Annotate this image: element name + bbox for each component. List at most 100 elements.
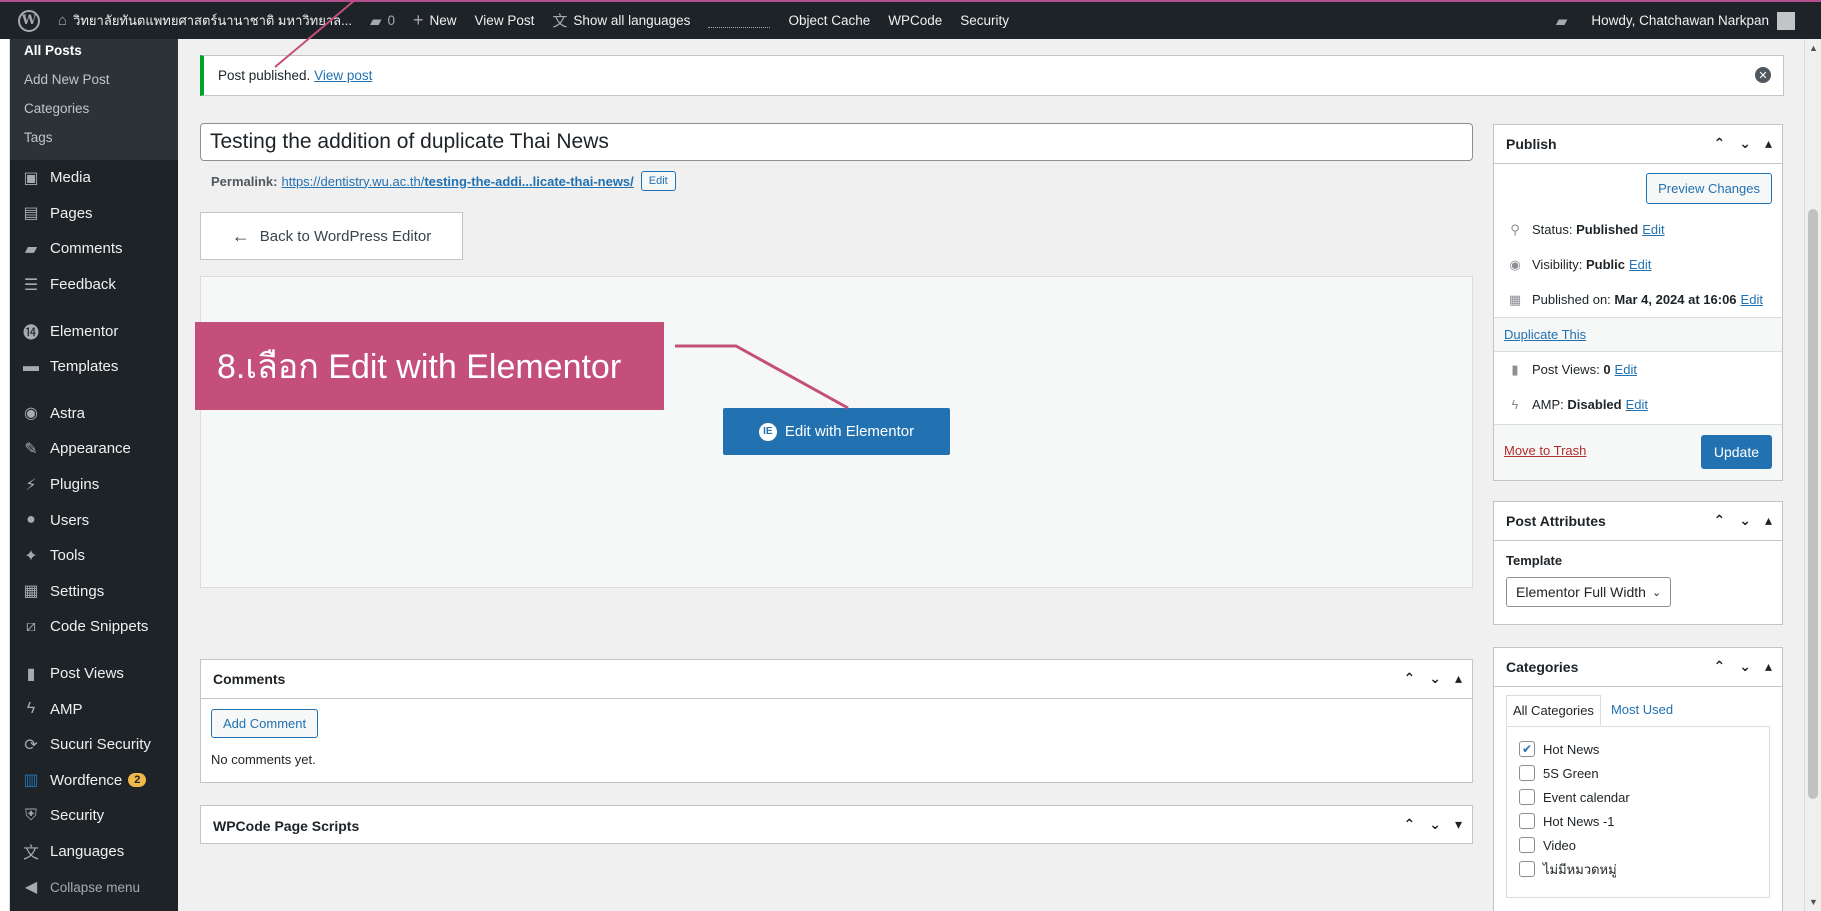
view-post-link[interactable]: View Post	[466, 2, 544, 39]
move-down-icon[interactable]: ⌄	[1739, 135, 1751, 152]
sidebar-item-feedback[interactable]: ☰ Feedback	[10, 267, 178, 303]
sidebar-item-settings[interactable]: ▦ Settings	[10, 574, 178, 610]
new-content-link[interactable]: + New	[404, 2, 466, 39]
sidebar-item-languages[interactable]: 文 Languages	[10, 834, 178, 870]
category-item[interactable]: ✔ Hot News	[1519, 737, 1757, 761]
category-item[interactable]: Event calendar	[1519, 785, 1757, 809]
sidebar-item-label: Code Snippets	[50, 618, 149, 636]
sidebar-item-templates[interactable]: ▬ Templates	[10, 349, 178, 385]
category-item[interactable]: ไม่มีหมวดหมู่	[1519, 857, 1757, 881]
collapse-icon: ◀	[24, 879, 38, 897]
site-name-link[interactable]: ⌂ วิทยาลัยทันตแพทยศาสตร์นานาชาติ มหาวิทยา…	[49, 2, 361, 39]
toggle-panel-icon[interactable]: ▴	[1765, 135, 1772, 152]
category-item[interactable]: Video	[1519, 833, 1757, 857]
wpcode-metabox-header[interactable]: WPCode Page Scripts ⌃ ⌄ ▾	[201, 806, 1472, 845]
move-up-icon[interactable]: ⌃	[1714, 512, 1726, 529]
sidebar-item-media[interactable]: ▣ Media	[10, 160, 178, 196]
edit-views-link[interactable]: Edit	[1615, 362, 1637, 377]
view-post-link[interactable]: View post	[314, 68, 372, 83]
post-title-input[interactable]: Testing the addition of duplicate Thai N…	[200, 123, 1473, 161]
edit-status-link[interactable]: Edit	[1642, 222, 1664, 237]
checkbox[interactable]	[1519, 813, 1535, 829]
add-comment-button[interactable]: Add Comment	[211, 709, 319, 738]
checkbox[interactable]	[1519, 789, 1535, 805]
sidebar-item-security[interactable]: ⛨ Security	[10, 798, 178, 834]
toggle-panel-icon[interactable]: ▴	[1765, 512, 1772, 529]
sidebar-item-amp[interactable]: ϟ AMP	[10, 691, 178, 727]
move-down-icon[interactable]: ⌄	[1739, 512, 1751, 529]
permalink-link[interactable]: https://dentistry.wu.ac.th/testing-the-a…	[281, 174, 633, 189]
edit-visibility-link[interactable]: Edit	[1629, 257, 1651, 272]
move-down-icon[interactable]: ⌄	[1429, 816, 1441, 833]
submenu-tags[interactable]: Tags	[10, 123, 178, 152]
submenu-add-new-post[interactable]: Add New Post	[10, 65, 178, 94]
tab-all-categories[interactable]: All Categories	[1506, 695, 1601, 726]
metabox-controls: ⌃ ⌄ ▴	[1714, 135, 1773, 152]
move-down-icon[interactable]: ⌄	[1739, 658, 1751, 675]
sidebar-item-tools[interactable]: ✦ Tools	[10, 538, 178, 574]
checkbox[interactable]	[1519, 861, 1535, 877]
wpcode-link[interactable]: WPCode	[879, 2, 951, 39]
sidebar-item-comments[interactable]: ▰ Comments	[10, 231, 178, 267]
sidebar-item-wordfence[interactable]: ▥ Wordfence 2	[10, 763, 178, 799]
account-menu[interactable]: Howdy, Chatchawan Narkpan	[1582, 2, 1821, 39]
sidebar-item-elementor[interactable]: ⓮ Elementor	[10, 313, 178, 349]
show-languages-link[interactable]: 文 Show all languages	[543, 2, 699, 39]
move-to-trash-link[interactable]: Move to Trash	[1504, 443, 1586, 458]
comments-icon: ▰	[24, 240, 38, 258]
media-icon: ▣	[23, 169, 39, 187]
move-up-icon[interactable]: ⌃	[1404, 816, 1416, 833]
move-up-icon[interactable]: ⌃	[1714, 658, 1726, 675]
edit-with-elementor-button[interactable]: IE Edit with Elementor	[723, 408, 950, 455]
back-to-wordpress-editor-button[interactable]: ← Back to WordPress Editor	[200, 212, 463, 260]
category-item[interactable]: Hot News -1	[1519, 809, 1757, 833]
sidebar-item-label: Languages	[50, 842, 125, 860]
wordpress-logo-button[interactable]: W	[0, 2, 49, 39]
object-cache-link[interactable]: Object Cache	[779, 2, 879, 39]
sidebar-item-pages[interactable]: ▤ Pages	[10, 196, 178, 232]
tab-most-used[interactable]: Most Used	[1605, 695, 1679, 726]
dismiss-notice-icon[interactable]: ✕	[1755, 67, 1771, 83]
toggle-panel-icon[interactable]: ▴	[1765, 658, 1772, 675]
sidebar-item-plugins[interactable]: ⚡ Plugins	[10, 467, 178, 503]
security-link[interactable]: Security	[951, 2, 1018, 39]
update-button[interactable]: Update	[1700, 435, 1772, 469]
template-select[interactable]: Elementor Full Width ⌄	[1506, 577, 1672, 607]
comments-link[interactable]: ▰ 0	[361, 2, 404, 39]
move-down-icon[interactable]: ⌄	[1429, 670, 1441, 687]
toggle-panel-icon[interactable]: ▴	[1455, 670, 1462, 687]
edit-amp-link[interactable]: Edit	[1626, 397, 1648, 412]
duplicate-this-link[interactable]: Duplicate This	[1504, 327, 1586, 342]
sidebar-item-appearance[interactable]: ✎ Appearance	[10, 431, 178, 467]
submenu-categories[interactable]: Categories	[10, 94, 178, 123]
category-label: Event calendar	[1543, 789, 1630, 805]
scroll-down-icon[interactable]: ▼	[1809, 897, 1818, 907]
notifications-button[interactable]: ▰	[1547, 2, 1583, 39]
move-up-icon[interactable]: ⌃	[1714, 135, 1726, 152]
submenu-all-posts[interactable]: All Posts	[10, 41, 178, 65]
collapse-menu-button[interactable]: ◀ Collapse menu	[10, 869, 178, 905]
category-item[interactable]: 5S Green	[1519, 761, 1757, 785]
toggle-panel-icon[interactable]: ▾	[1455, 816, 1462, 833]
scroll-up-icon[interactable]: ▲	[1809, 43, 1818, 53]
blank-adminbar-item[interactable]	[699, 2, 779, 39]
edit-date-link[interactable]: Edit	[1741, 292, 1763, 307]
checkbox[interactable]	[1519, 837, 1535, 853]
preview-changes-button[interactable]: Preview Changes	[1646, 173, 1772, 204]
sidebar-item-code-snippets[interactable]: ⧄ Code Snippets	[10, 609, 178, 645]
scrollbar-thumb[interactable]	[1808, 209, 1818, 799]
sidebar-item-astra[interactable]: ◉ Astra	[10, 396, 178, 432]
sidebar-item-label: Plugins	[50, 476, 100, 494]
permalink-edit-button[interactable]: Edit	[640, 171, 676, 191]
collapse-menu-label: Collapse menu	[50, 879, 141, 895]
checkbox-checked-icon[interactable]: ✔	[1519, 741, 1535, 757]
checkbox[interactable]	[1519, 765, 1535, 781]
move-up-icon[interactable]: ⌃	[1404, 670, 1416, 687]
security-icon: ⛨	[24, 806, 37, 824]
sidebar-item-sucuri-security[interactable]: ⟳ Sucuri Security	[10, 727, 178, 763]
page-scrollbar[interactable]: ▲ ▼	[1804, 39, 1821, 911]
sidebar-item-users[interactable]: ● Users	[10, 502, 178, 538]
post-views-row: ▮ Post Views: 0 Edit	[1494, 352, 1782, 387]
sidebar-item-post-views[interactable]: ▮ Post Views	[10, 656, 178, 692]
plugins-icon: ⚡	[25, 476, 37, 494]
